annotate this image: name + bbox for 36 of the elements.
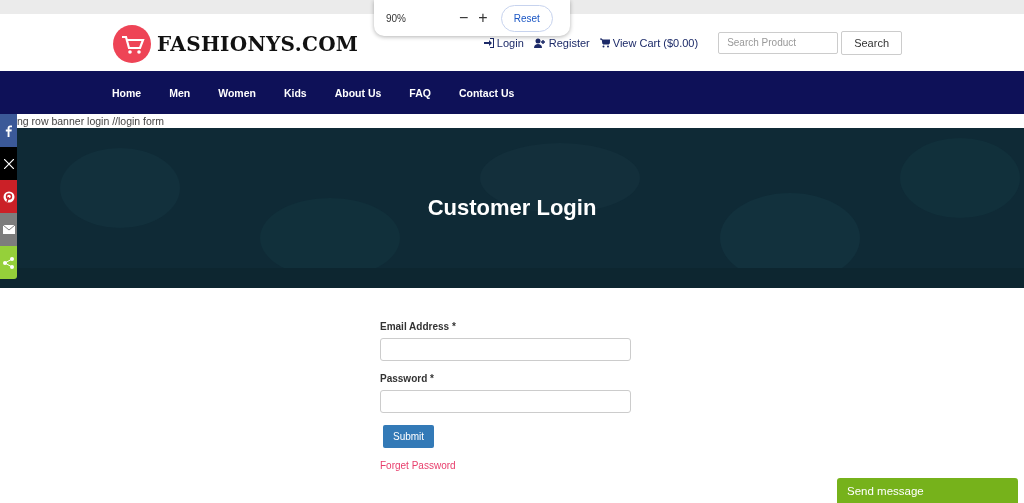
input-field[interactable]: [380, 338, 631, 361]
nav-link[interactable]: Men: [169, 86, 191, 99]
page-title: Customer Login: [427, 195, 597, 221]
search-button[interactable]: Search: [841, 30, 902, 55]
x-icon: [3, 158, 14, 169]
nav-link[interactable]: Contact Us: [458, 86, 515, 99]
pinterest-icon: [2, 190, 15, 203]
share-button[interactable]: [0, 114, 17, 147]
reset-button[interactable]: Reset: [500, 4, 553, 32]
facebook-icon: [5, 124, 12, 137]
zoom-out-button[interactable]: −: [454, 9, 474, 27]
share-button[interactable]: [0, 147, 17, 180]
input-field[interactable]: [380, 390, 631, 413]
submit-button[interactable]: Submit: [383, 425, 435, 448]
zoom-level: 90%: [386, 12, 407, 24]
header-link[interactable]: View Cart ($0.00): [599, 36, 699, 49]
sign-in-icon: [483, 37, 494, 48]
cart-icon: [599, 37, 610, 48]
share-icon: [3, 256, 14, 269]
nav-link[interactable]: Women: [218, 86, 256, 99]
header-link[interactable]: Register: [533, 36, 590, 49]
nav-link[interactable]: Home: [112, 86, 142, 99]
nav-link[interactable]: FAQ: [409, 86, 431, 99]
site-logo[interactable]: FASHIONYS.COM: [157, 31, 359, 56]
zoom-in-button[interactable]: +: [473, 9, 493, 27]
nav-link[interactable]: Kids: [283, 86, 307, 99]
header-link[interactable]: Login: [483, 36, 524, 49]
add-user-icon: [533, 37, 546, 48]
search-field[interactable]: Search Product: [718, 31, 839, 54]
nav-link[interactable]: About Us: [334, 86, 382, 99]
envelope-icon: [2, 225, 15, 234]
forgot-password-link[interactable]: Forget Password: [380, 460, 456, 471]
field-label: Password *: [380, 373, 434, 384]
debug-text: ng row banner login //login form: [17, 115, 165, 127]
cart-logo-icon: [113, 24, 151, 63]
field-label: Email Address *: [380, 321, 456, 332]
